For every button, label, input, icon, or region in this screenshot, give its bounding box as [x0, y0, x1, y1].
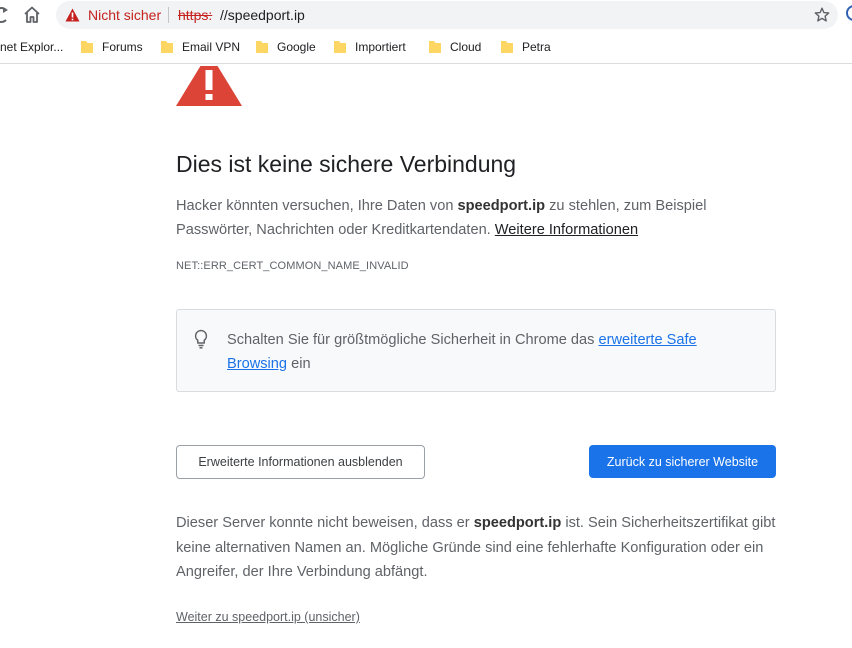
safe-browsing-text: Schalten Sie für größtmögliche Sicherhei…	[227, 332, 697, 372]
profile-avatar[interactable]	[846, 5, 852, 21]
bookmark-importiert[interactable]: Importiert	[355, 40, 406, 54]
bookmark-google[interactable]: Google	[277, 40, 316, 54]
reload-icon[interactable]	[0, 5, 10, 25]
folder-icon	[501, 41, 513, 53]
folder-icon	[256, 41, 268, 53]
security-status-label[interactable]: Nicht sicher	[88, 7, 161, 23]
bookmark-internet-explorer[interactable]: net Explor...	[0, 40, 63, 54]
proceed-unsafe-link[interactable]: Weiter zu speedport.ip (unsicher)	[176, 609, 360, 625]
bookmark-email-vpn[interactable]: Email VPN	[182, 40, 240, 54]
lightbulb-icon	[194, 329, 208, 349]
details-text: Dieser Server konnte nicht beweisen, das…	[176, 515, 776, 580]
folder-icon	[81, 41, 93, 53]
url-scheme: https:	[178, 7, 213, 23]
bookmark-cloud[interactable]: Cloud	[450, 40, 481, 54]
address-bar[interactable]: Nicht sicher https: //speedport.ip	[56, 1, 838, 29]
host-name: speedport.ip	[457, 198, 546, 214]
bookmarks-bar: net Explor... Forums Email VPN Google Im…	[0, 33, 852, 64]
details-host-name: speedport.ip	[473, 515, 562, 531]
home-icon[interactable]	[22, 5, 42, 25]
url-text: //speedport.ip	[220, 7, 305, 23]
folder-icon	[429, 41, 441, 53]
back-to-safety-button[interactable]: Zurück zu sicherer Website	[589, 445, 776, 478]
error-warning-icon	[176, 66, 242, 106]
warning-icon[interactable]	[65, 8, 80, 22]
hide-details-button[interactable]: Erweiterte Informationen ausblenden	[176, 445, 425, 479]
learn-more-link[interactable]: Weitere Informationen	[495, 222, 638, 238]
browser-toolbar: Nicht sicher https: //speedport.ip	[0, 0, 852, 32]
omnibox-separator	[168, 7, 169, 23]
bookmark-forums[interactable]: Forums	[102, 40, 143, 54]
bookmark-star-icon[interactable]	[814, 7, 830, 23]
main-message: Hacker könnten versuchen, Ihre Daten von…	[176, 198, 707, 238]
folder-icon	[334, 41, 346, 53]
folder-icon	[161, 41, 173, 53]
page-title: Dies ist keine sichere Verbindung	[176, 151, 517, 177]
bookmark-petra[interactable]: Petra	[522, 40, 551, 54]
error-code[interactable]: NET::ERR_CERT_COMMON_NAME_INVALID	[176, 259, 409, 273]
safe-browsing-promo: Schalten Sie für größtmögliche Sicherhei…	[176, 309, 776, 392]
